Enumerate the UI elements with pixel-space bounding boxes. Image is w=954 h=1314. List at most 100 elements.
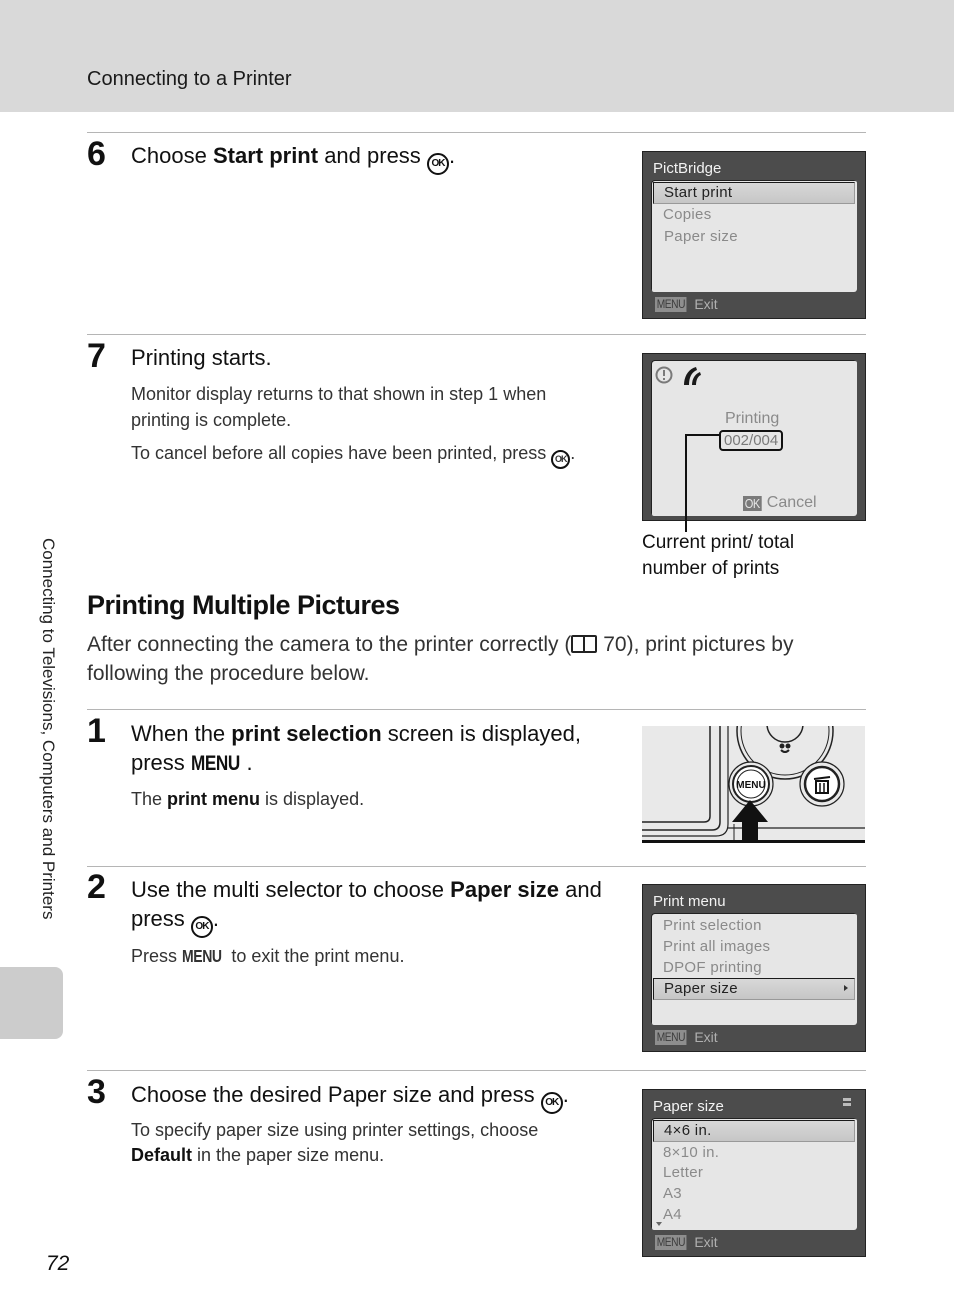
callout-caption: Current print/ total number of prints <box>642 530 794 582</box>
divider <box>87 132 866 133</box>
print-counter: 002/004 <box>719 430 784 451</box>
step-number: 2 <box>87 868 106 906</box>
menu-item-4x6[interactable]: 4×6 in. <box>653 1120 855 1142</box>
ok-button-icon: OK <box>743 495 762 511</box>
title-bold: Paper size <box>450 877 559 902</box>
header-band: Connecting to a Printer <box>0 0 954 112</box>
menu-item-letter[interactable]: Letter <box>663 1164 703 1181</box>
step-7-body: Monitor display returns to that shown in… <box>131 384 547 430</box>
ok-button-icon: OK <box>540 1092 563 1114</box>
body-text: is displayed. <box>260 789 365 809</box>
step-2-title: Use the multi selector to choose Paper s… <box>131 875 611 938</box>
screen-title: Paper size <box>653 1098 724 1115</box>
menu-button: MENU <box>728 761 774 807</box>
step-3-body: To specify paper size using printer sett… <box>131 1118 591 1168</box>
menu-item-a3[interactable]: A3 <box>663 1185 682 1202</box>
printing-panel: Printing 002/004 OK Cancel <box>651 360 857 516</box>
step-number: 7 <box>87 337 106 375</box>
callout-line <box>685 434 721 436</box>
screen-footer: MENU Exit <box>655 1234 718 1250</box>
menu-item-paper-size[interactable]: Paper size <box>653 978 855 1000</box>
screen-footer: MENU Exit <box>655 296 718 312</box>
chapter-side-label: Connecting to Televisions, Computers and… <box>37 538 59 958</box>
divider <box>87 866 866 867</box>
body-text: to exit the print menu. <box>226 946 405 966</box>
trash-icon <box>799 761 845 807</box>
printing-screen: Printing 002/004 OK Cancel <box>642 353 866 521</box>
step-7-cancel-note: To cancel before all copies have been pr… <box>131 440 611 469</box>
step-number: 6 <box>87 135 106 173</box>
ok-button-icon: OK <box>190 916 213 938</box>
chapter-side-label-text: Connecting to Televisions, Computers and… <box>39 538 58 920</box>
title-bold: Start print <box>212 143 319 168</box>
menu-item-a4[interactable]: A4 <box>663 1206 682 1223</box>
title-text: Use the multi selector to choose <box>131 877 451 902</box>
menu-panel: Print selection Print all images DPOF pr… <box>651 913 857 1025</box>
step-1-title: When the print selection screen is displ… <box>131 719 621 778</box>
title-text: Choose the desired Paper size and press <box>131 1082 535 1107</box>
cancel-label: Cancel <box>766 494 817 511</box>
menu-item-start-print[interactable]: Start print <box>653 182 855 204</box>
step-1-body: The print menu is displayed. <box>131 786 364 812</box>
exit-label: Exit <box>694 296 718 312</box>
submenu-arrow-icon <box>844 985 848 991</box>
menu-button-icon: MENU <box>655 1029 687 1045</box>
menu-item-paper-size[interactable]: Paper size <box>664 228 738 245</box>
divider <box>87 709 866 710</box>
book-reference-icon <box>571 635 598 653</box>
title-text: Choose <box>131 143 213 168</box>
print-menu-screen: Print menu Print selection Print all ima… <box>642 884 866 1052</box>
section-intro: After connecting the camera to the print… <box>87 630 847 688</box>
cancel-footer[interactable]: OK Cancel <box>743 494 817 512</box>
intro-text: After connecting the camera to the print… <box>87 633 572 656</box>
body-text: in the paper size menu. <box>192 1145 385 1165</box>
title-bold: print selection <box>231 721 382 746</box>
scroll-indicator-icon <box>843 1098 851 1106</box>
screen-title: Print menu <box>653 893 726 910</box>
warning-icon <box>655 366 673 384</box>
menu-item-print-all-images[interactable]: Print all images <box>663 938 770 955</box>
callout-line <box>685 434 687 532</box>
screen-title: PictBridge <box>653 160 722 177</box>
divider <box>87 1070 866 1071</box>
step-6-title: Choose Start print and press OK. <box>131 141 455 175</box>
body-text: To cancel before all copies have been pr… <box>131 443 547 463</box>
body-text: The <box>131 789 168 809</box>
body-bold: print menu <box>167 789 261 809</box>
title-text: and press <box>318 143 421 168</box>
menu-button-icon: MENU <box>190 752 240 775</box>
pictbridge-screen: PictBridge Start print Copies Paper size… <box>642 151 866 319</box>
printing-status: Printing <box>725 410 780 427</box>
screen-footer: MENU Exit <box>655 1029 718 1045</box>
menu-item-print-selection[interactable]: Print selection <box>663 917 762 934</box>
status-icons <box>655 366 701 385</box>
section-title: Printing Multiple Pictures <box>87 590 400 620</box>
step-3-title: Choose the desired Paper size and press … <box>131 1080 569 1114</box>
pointer-arrow-icon <box>732 800 768 840</box>
menu-panel: 4×6 in. 8×10 in. Letter A3 A4 <box>651 1118 857 1230</box>
menu-item-dpof-printing[interactable]: DPOF printing <box>663 959 762 976</box>
exit-label: Exit <box>694 1234 718 1250</box>
page-number: 72 <box>46 1252 70 1275</box>
scroll-down-icon <box>656 1222 662 1226</box>
ok-button-icon: OK <box>426 153 449 175</box>
menu-item-label: Paper size <box>664 980 738 997</box>
caption-line: number of prints <box>642 558 780 579</box>
title-text: When the <box>131 721 232 746</box>
pictbridge-icon <box>684 367 701 385</box>
body-text: Press <box>131 946 183 966</box>
menu-button-label: MENU <box>736 780 765 791</box>
running-header: Connecting to a Printer <box>87 68 292 90</box>
exit-label: Exit <box>694 1029 718 1045</box>
step-number: 1 <box>87 712 106 750</box>
ok-button-icon: OK <box>551 450 571 469</box>
menu-item-8x10[interactable]: 8×10 in. <box>663 1144 719 1161</box>
menu-panel: Start print Copies Paper size <box>651 180 857 292</box>
menu-button-icon: MENU <box>655 296 687 312</box>
paper-size-screen: Paper size 4×6 in. 8×10 in. Letter A3 A4… <box>642 1089 866 1257</box>
menu-item-copies[interactable]: Copies <box>663 206 712 223</box>
divider <box>87 334 866 335</box>
step-7-title: Printing starts. <box>131 345 272 370</box>
menu-button-icon: MENU <box>182 947 222 966</box>
step-2-body: Press MENU to exit the print menu. <box>131 943 404 970</box>
